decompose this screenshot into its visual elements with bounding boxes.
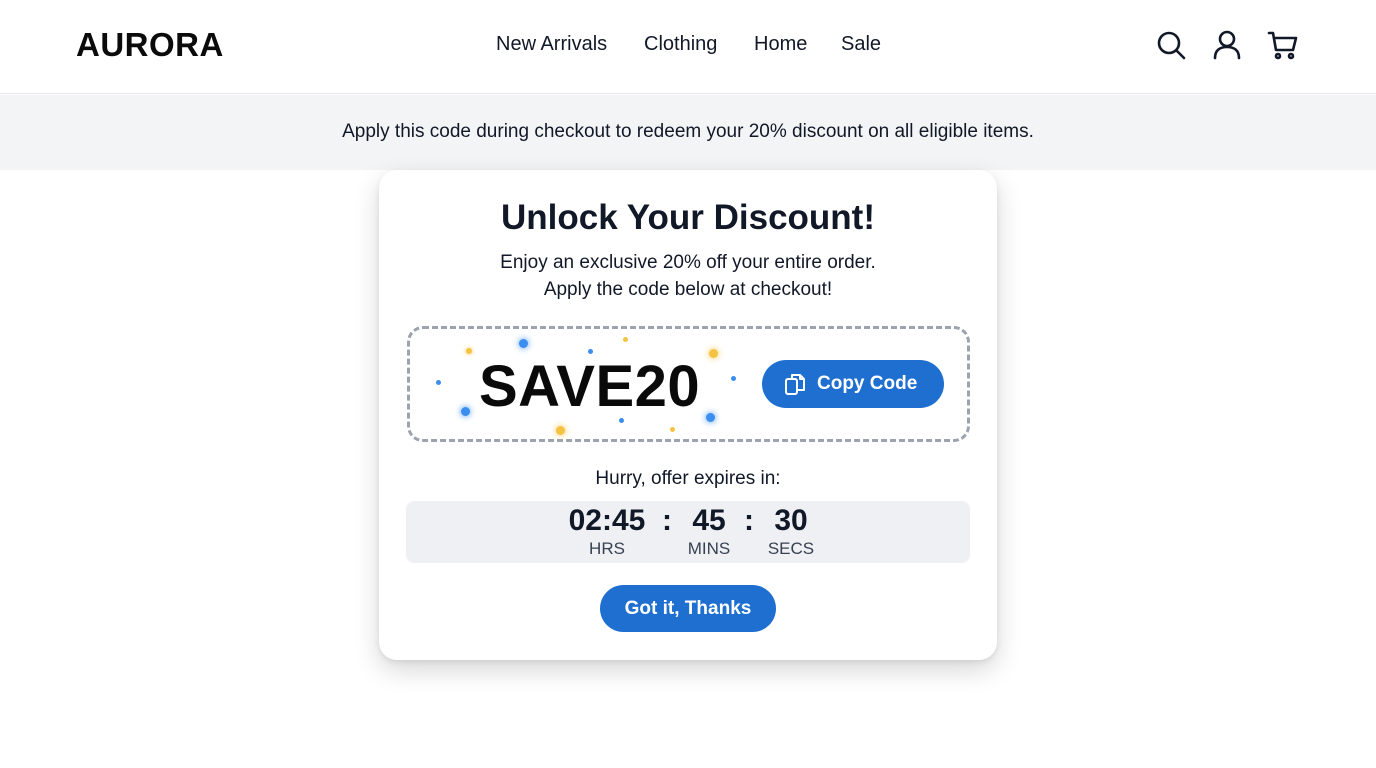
- nav-sale[interactable]: Sale: [841, 33, 881, 56]
- confetti-dot: [731, 376, 736, 381]
- countdown-seconds-unit: SECS: [767, 539, 815, 558]
- copy-code-button[interactable]: Copy Code: [762, 360, 944, 408]
- countdown-separator: :: [662, 504, 672, 537]
- search-icon[interactable]: [1154, 28, 1188, 62]
- copy-code-label: Copy Code: [817, 373, 918, 394]
- copy-icon: [782, 371, 808, 397]
- countdown-hours: 02:45: [568, 504, 646, 537]
- confetti-dot: [706, 413, 715, 422]
- countdown-minutes: 45: [692, 504, 726, 537]
- countdown-seconds: 30: [774, 504, 808, 537]
- user-icon[interactable]: [1210, 28, 1244, 62]
- discount-code-box: SAVE20 Copy Code: [407, 326, 970, 442]
- confetti-dot: [709, 349, 718, 358]
- promo-banner: Apply this code during checkout to redee…: [0, 95, 1376, 170]
- confetti-dot: [519, 339, 528, 348]
- confetti-dot: [461, 407, 470, 416]
- countdown-timer: 02:45 HRS : 45 MINS : 30 SECS: [406, 501, 970, 563]
- countdown-separator: :: [744, 504, 754, 537]
- confetti-dot: [623, 337, 628, 342]
- dismiss-button-label: Got it, Thanks: [624, 598, 752, 619]
- cart-icon[interactable]: [1266, 28, 1300, 62]
- confetti-dot: [556, 426, 565, 435]
- dismiss-button[interactable]: Got it, Thanks: [600, 585, 776, 632]
- confetti-dot: [466, 348, 472, 354]
- nav-clothing[interactable]: Clothing: [644, 33, 717, 56]
- countdown-hours-unit: HRS: [589, 539, 625, 558]
- site-header: AURORA New Arrivals Clothing Home Sale: [0, 0, 1376, 94]
- modal-subtitle-line2: Apply the code below at checkout!: [543, 279, 833, 300]
- modal-title: Unlock Your Discount!: [500, 198, 875, 237]
- confetti-dot: [436, 380, 441, 385]
- discount-modal: Unlock Your Discount! Enjoy an exclusive…: [379, 170, 997, 660]
- confetti-dot: [670, 427, 675, 432]
- nav-home[interactable]: Home: [754, 33, 807, 56]
- countdown-label: Hurry, offer expires in:: [595, 468, 781, 489]
- nav-new-arrivals[interactable]: New Arrivals: [496, 33, 607, 56]
- discount-code[interactable]: SAVE20: [479, 353, 700, 420]
- banner-text: Apply this code during checkout to redee…: [342, 121, 1034, 142]
- modal-subtitle-line1: Enjoy an exclusive 20% off your entire o…: [500, 252, 876, 273]
- countdown-minutes-unit: MINS: [687, 539, 731, 558]
